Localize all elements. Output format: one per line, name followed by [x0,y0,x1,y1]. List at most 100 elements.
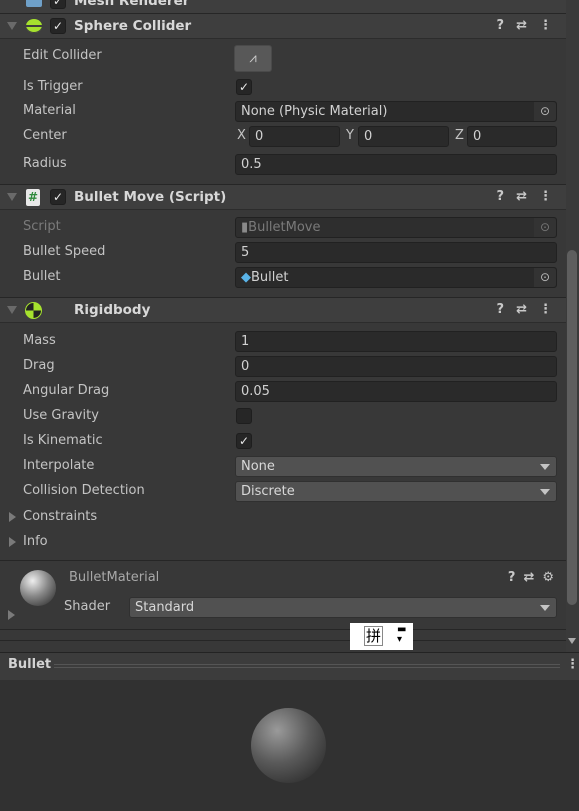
edit-collider-button[interactable]: ⩘ [234,45,272,72]
bullet-move-header[interactable]: # ✓ Bullet Move (Script) ? ⇄ ⋮ [0,184,566,210]
scrollbar-track[interactable] [566,0,579,652]
is-kinematic-label: Is Kinematic [23,433,103,448]
presets-icon[interactable]: ⇄ [516,189,527,204]
help-icon[interactable]: ? [508,570,516,585]
preview-area[interactable] [0,680,579,811]
shader-label: Shader [64,599,111,614]
interpolate-dropdown[interactable]: None [235,456,557,477]
more-options-icon[interactable]: ⋮ [539,189,552,204]
collision-detection-value: Discrete [241,484,295,499]
prefab-cube-icon: ◆ [241,270,251,285]
drag-label: Drag [23,358,55,373]
mesh-renderer-enabled-checkbox[interactable]: ✓ [50,0,66,9]
script-value: BulletMove [248,220,321,235]
interpolate-label: Interpolate [23,458,95,473]
presets-icon[interactable]: ⇄ [523,570,534,585]
material-value: None (Physic Material) [241,104,388,119]
sphere-collider-icon [26,19,42,33]
rigidbody-header[interactable]: Rigidbody ? ⇄ ⋮ [0,297,566,323]
bullet-field[interactable]: ◆Bullet ⊙ [235,267,557,288]
center-y-field[interactable]: 0 [358,126,449,147]
scrollbar-thumb[interactable] [567,250,577,605]
ime-mode-icon[interactable]: 拼 [364,626,384,646]
ime-menu-icon[interactable]: ▬ ▾ [397,625,406,645]
y-label: Y [346,128,354,143]
collision-detection-dropdown[interactable]: Discrete [235,481,557,502]
radius-label: Radius [23,156,67,171]
preview-sphere [251,708,326,783]
fold-arrow-icon[interactable] [7,306,17,314]
fold-arrow-icon[interactable] [7,193,17,201]
divider [0,640,566,641]
divider [0,629,566,630]
component-title: Sphere Collider [74,18,192,34]
preview-title: Bullet [8,657,52,672]
z-label: Z [455,128,464,143]
drag-field[interactable]: 0 [235,356,557,377]
mass-label: Mass [23,333,56,348]
object-picker-icon[interactable]: ⊙ [534,268,556,287]
object-picker-icon: ⊙ [534,218,556,237]
bullet-speed-field[interactable]: 5 [235,242,557,263]
ime-toolbar[interactable]: 拼 ▬ ▾ [350,623,413,650]
info-foldout[interactable]: Info [23,534,48,549]
use-gravity-label: Use Gravity [23,408,99,423]
is-trigger-checkbox[interactable]: ✓ [236,79,252,95]
more-options-icon[interactable]: ⋮ [539,302,552,317]
collision-detection-label: Collision Detection [23,483,145,498]
radius-field[interactable]: 0.5 [235,154,557,175]
shader-value: Standard [135,600,195,615]
bullet-speed-label: Bullet Speed [23,244,106,259]
preview-header[interactable]: Bullet ⋮ [0,652,579,680]
sphere-collider-enabled-checkbox[interactable]: ✓ [50,18,66,34]
help-icon[interactable]: ? [497,18,505,33]
center-z-field[interactable]: 0 [467,126,557,147]
info-foldout-icon[interactable] [9,537,16,547]
material-foldout-icon[interactable] [8,610,15,620]
mesh-renderer-icon [26,0,42,7]
script-icon: # [26,189,40,206]
is-kinematic-checkbox[interactable]: ✓ [236,433,252,449]
mesh-renderer-header[interactable]: ✓ Mesh Renderer [0,0,566,14]
scroll-down-arrow-icon[interactable] [568,638,576,644]
sphere-collider-header[interactable]: ✓ Sphere Collider ? ⇄ ⋮ [0,13,566,39]
bullet-move-enabled-checkbox[interactable]: ✓ [50,189,66,205]
more-options-icon[interactable]: ⋮ [566,657,579,672]
material-preview-sphere [20,570,56,606]
shader-dropdown[interactable]: Standard [129,597,557,618]
interpolate-value: None [241,459,275,474]
angular-drag-label: Angular Drag [23,383,110,398]
center-label: Center [23,128,67,143]
drag-handle[interactable] [54,664,560,668]
component-title: Bullet Move (Script) [74,189,227,205]
divider [0,560,566,561]
constraints-foldout[interactable]: Constraints [23,509,97,524]
help-icon[interactable]: ? [497,302,505,317]
presets-icon[interactable]: ⇄ [516,302,527,317]
dropdown-arrow-icon [540,605,550,611]
bullet-label: Bullet [23,269,61,284]
edit-collider-icon: ⩘ [249,51,257,66]
edit-collider-label: Edit Collider [23,48,102,63]
bullet-value: Bullet [251,270,289,285]
component-title: Mesh Renderer [74,0,190,9]
script-label: Script [23,219,61,234]
material-label: Material [23,103,76,118]
presets-icon[interactable]: ⇄ [516,18,527,33]
is-trigger-label: Is Trigger [23,79,83,94]
mass-field[interactable]: 1 [235,331,557,352]
center-x-field[interactable]: 0 [249,126,340,147]
angular-drag-field[interactable]: 0.05 [235,381,557,402]
material-field[interactable]: None (Physic Material) ⊙ [235,101,557,122]
object-picker-icon[interactable]: ⊙ [534,102,556,121]
use-gravity-checkbox[interactable] [236,408,252,424]
dropdown-arrow-icon [540,489,550,495]
fold-arrow-icon[interactable] [7,22,17,30]
material-name: BulletMaterial [69,570,160,585]
more-options-icon[interactable]: ⋮ [539,18,552,33]
constraints-foldout-icon[interactable] [9,512,16,522]
help-icon[interactable]: ? [497,189,505,204]
rigidbody-icon [25,302,42,319]
settings-gear-icon[interactable]: ⚙ [542,570,554,585]
component-title: Rigidbody [74,302,151,318]
